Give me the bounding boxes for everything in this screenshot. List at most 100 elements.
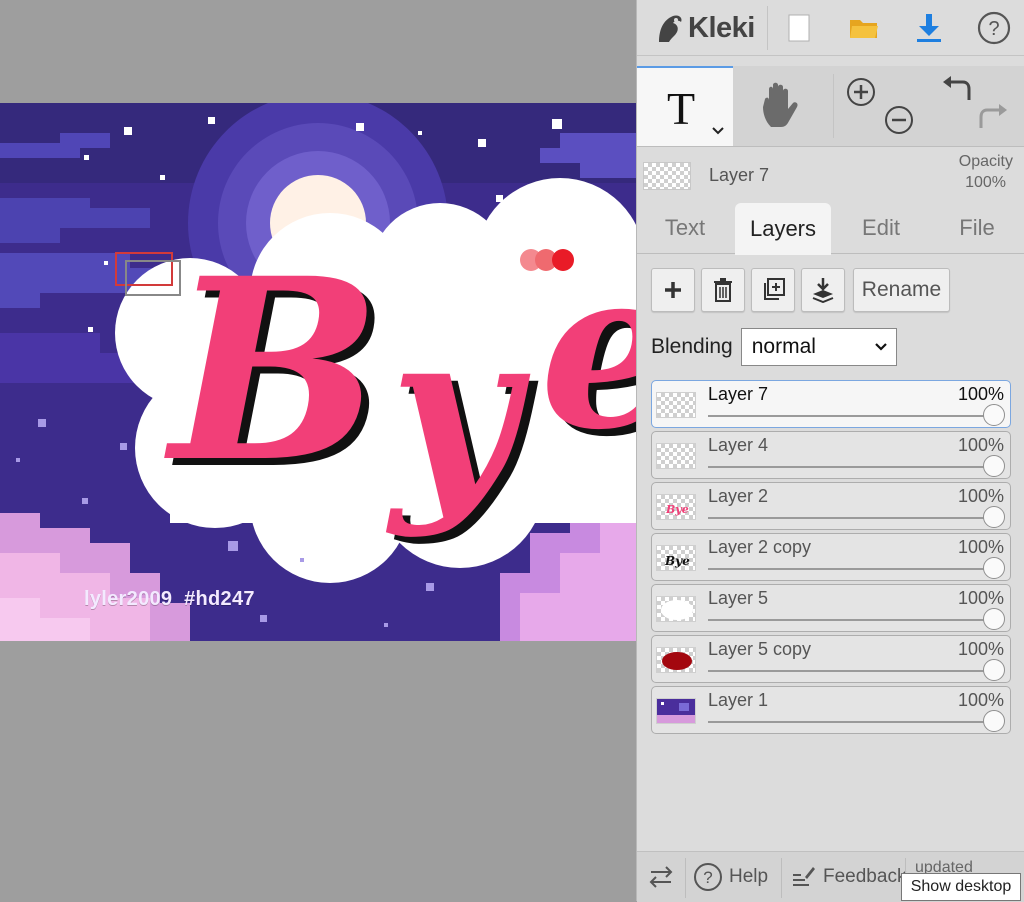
layer-item[interactable]: Layer 4 100% xyxy=(651,431,1011,479)
help-link[interactable]: ? Help xyxy=(693,852,768,902)
save-download-button[interactable] xyxy=(899,0,959,55)
swap-arrows-icon xyxy=(649,866,673,888)
layer-opacity-value: 100% xyxy=(957,435,1004,455)
panel-tabs: Text Layers Edit File xyxy=(637,203,1024,255)
tab-text[interactable]: Text xyxy=(637,203,733,253)
text-tool-icon: T xyxy=(667,83,696,134)
layer-opacity-slider[interactable] xyxy=(708,517,994,519)
layer-opacity-value: 100% xyxy=(957,486,1004,506)
slider-knob[interactable] xyxy=(983,506,1005,528)
download-icon xyxy=(917,13,941,42)
drawing-canvas[interactable]: B B y y e e xyxy=(0,103,636,641)
layer-opacity-slider[interactable] xyxy=(708,721,994,723)
watermark-tag: #hd247 xyxy=(184,588,255,610)
add-layer-button[interactable] xyxy=(651,268,695,312)
svg-text:y: y xyxy=(385,281,531,540)
layer-thumbnail-art xyxy=(657,699,695,723)
layer-item[interactable]: Bye Layer 2 copy 100% xyxy=(651,533,1011,581)
swap-sides-button[interactable] xyxy=(647,852,675,902)
text-tool-button[interactable]: T xyxy=(637,66,733,146)
redo-icon[interactable] xyxy=(977,104,1009,136)
hand-icon xyxy=(763,82,798,127)
layer-opacity-value: 100% xyxy=(957,690,1004,710)
help-icon: ? xyxy=(977,11,1011,44)
svg-text:Bye: Bye xyxy=(664,554,690,568)
feedback-link[interactable]: Feedback xyxy=(791,852,906,902)
blending-row: Blending normal xyxy=(651,328,897,366)
zoom-in-icon[interactable] xyxy=(845,76,877,108)
layer-thumbnail xyxy=(656,443,696,469)
delete-layer-button[interactable] xyxy=(701,268,745,312)
kleki-bird-icon xyxy=(659,15,682,42)
layer-name: Layer 5 xyxy=(708,588,769,608)
layer-item[interactable]: Layer 5 copy 100% xyxy=(651,635,1011,683)
slider-knob[interactable] xyxy=(983,557,1005,579)
hand-tool-button[interactable] xyxy=(735,66,831,146)
svg-text:e: e xyxy=(540,219,636,478)
svg-text:?: ? xyxy=(988,18,999,40)
undo-icon[interactable] xyxy=(941,76,973,108)
canvas-artwork: B B y y e e xyxy=(0,103,636,641)
rename-layer-button[interactable]: Rename xyxy=(853,268,950,312)
open-image-button[interactable] xyxy=(834,0,894,55)
svg-text:Bye: Bye xyxy=(665,503,689,516)
separator xyxy=(833,74,834,138)
layer-item[interactable]: Layer 1 100% xyxy=(651,686,1011,734)
layer-opacity-slider[interactable] xyxy=(708,415,994,417)
blending-mode-value: normal xyxy=(751,335,816,358)
side-panel: Kleki ? T Layer 7 Opacity 100% Text Laye… xyxy=(636,0,1024,902)
layer-opacity-slider[interactable] xyxy=(708,466,994,468)
slider-knob[interactable] xyxy=(983,455,1005,477)
zoom-out-icon[interactable] xyxy=(883,104,915,136)
layer-opacity-value: 100% xyxy=(957,639,1004,659)
layer-opacity-value: 100% xyxy=(957,537,1004,557)
layer-item[interactable]: Layer 7 100% xyxy=(651,380,1011,428)
history-controls xyxy=(927,66,1024,146)
layer-thumbnail: Bye xyxy=(656,545,696,571)
opacity-label: Opacity xyxy=(958,153,1013,170)
layer-opacity-slider[interactable] xyxy=(708,619,994,621)
tab-file[interactable]: File xyxy=(929,203,1024,253)
layer-name: Layer 5 copy xyxy=(708,639,812,659)
layer-name: Layer 4 xyxy=(708,435,769,455)
opacity-value: 100% xyxy=(965,174,1006,191)
chevron-down-icon[interactable] xyxy=(711,126,725,136)
plus-icon xyxy=(665,282,681,298)
svg-text:B: B xyxy=(164,223,381,517)
feedback-label: Feedback xyxy=(823,866,907,887)
tab-edit[interactable]: Edit xyxy=(833,203,929,253)
layer-thumbnail-art xyxy=(661,600,693,620)
slider-knob[interactable] xyxy=(983,404,1005,426)
layer-item[interactable]: Layer 5 100% xyxy=(651,584,1011,632)
new-image-button[interactable] xyxy=(769,0,829,55)
layer-thumbnail-art: Bye xyxy=(665,503,689,516)
separator xyxy=(781,858,782,898)
merge-layer-button[interactable] xyxy=(801,268,845,312)
app-name: Kleki xyxy=(688,11,755,44)
duplicate-layer-button[interactable] xyxy=(751,268,795,312)
new-image-icon xyxy=(788,14,810,41)
tool-row: T xyxy=(637,66,1024,147)
layer-item[interactable]: Bye Layer 2 100% xyxy=(651,482,1011,530)
layer-name: Layer 2 xyxy=(708,486,769,506)
slider-knob[interactable] xyxy=(983,659,1005,681)
layer-thumbnail xyxy=(656,698,696,724)
layer-opacity-slider[interactable] xyxy=(708,568,994,570)
layer-opacity-value: 100% xyxy=(957,384,1004,404)
slider-knob[interactable] xyxy=(983,608,1005,630)
watermark-user: lyler2009 xyxy=(84,588,173,610)
blending-mode-select[interactable]: normal xyxy=(740,328,897,366)
layer-thumbnail xyxy=(656,596,696,622)
tab-layers[interactable]: Layers xyxy=(735,203,831,255)
layer-thumbnail-art: Bye xyxy=(664,554,690,568)
open-folder-icon xyxy=(850,19,878,38)
layer-thumbnail-art xyxy=(662,652,692,670)
help-button[interactable]: ? xyxy=(964,0,1024,55)
kleki-logo[interactable]: Kleki xyxy=(655,10,755,46)
slider-knob[interactable] xyxy=(983,710,1005,732)
blending-label: Blending xyxy=(651,335,733,358)
layer-opacity-slider[interactable] xyxy=(708,670,994,672)
trash-icon xyxy=(714,278,732,302)
separator xyxy=(767,6,768,50)
layer-name: Layer 1 xyxy=(708,690,769,710)
